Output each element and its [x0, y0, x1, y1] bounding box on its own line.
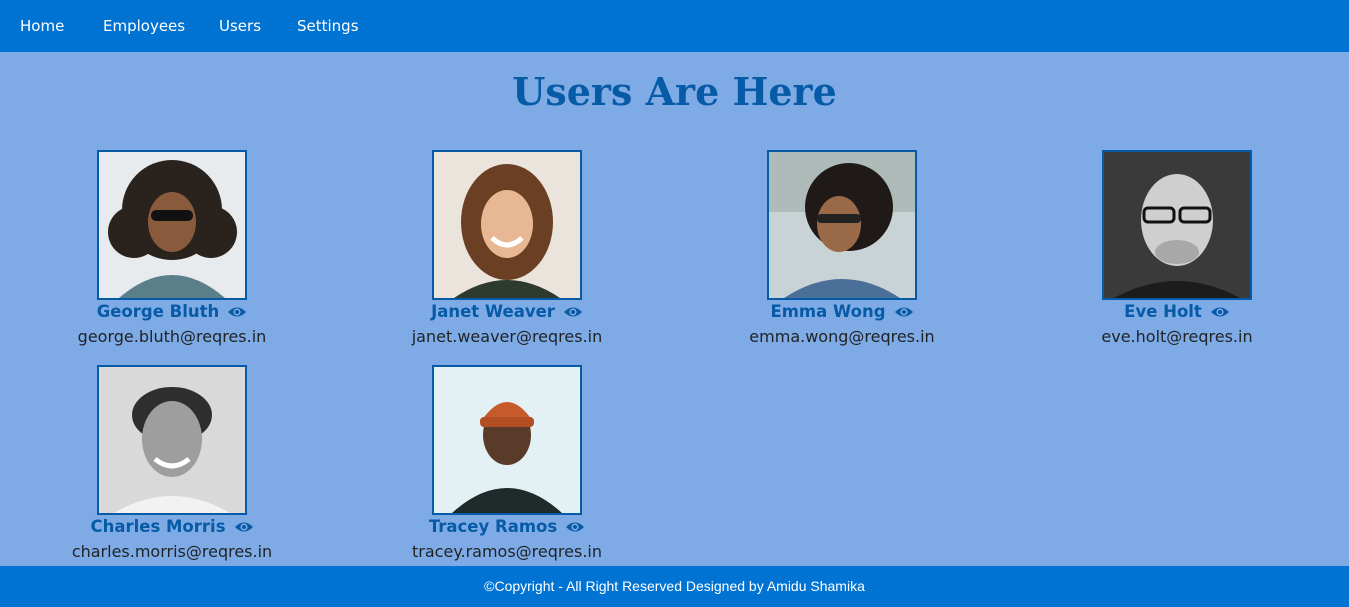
- user-name-row: Charles Morris: [22, 516, 322, 538]
- page-title: Users Are Here: [512, 69, 837, 114]
- user-name: Eve Holt: [1124, 302, 1202, 321]
- user-avatar: [767, 150, 917, 300]
- user-avatar: [432, 150, 582, 300]
- user-avatar: [432, 365, 582, 515]
- user-email: eve.holt@reqres.in: [1101, 327, 1253, 346]
- user-email: emma.wong@reqres.in: [749, 327, 935, 346]
- user-avatar: [97, 150, 247, 300]
- nav-link-users[interactable]: Users: [219, 17, 261, 36]
- nav-link-settings[interactable]: Settings: [297, 17, 359, 36]
- user-name: Charles Morris: [90, 517, 226, 536]
- user-avatar: [97, 365, 247, 515]
- user-card: Janet Weaver janet.weaver@reqres.in: [357, 150, 657, 360]
- user-name-row: Eve Holt: [1027, 301, 1327, 323]
- user-avatar: [1102, 150, 1252, 300]
- user-name-row: Janet Weaver: [357, 301, 657, 323]
- user-name: Tracey Ramos: [428, 517, 558, 536]
- user-card: Eve Holt eve.holt@reqres.in: [1027, 150, 1327, 360]
- view-eye-icon[interactable]: [227, 305, 247, 319]
- user-card: Emma Wong emma.wong@reqres.in: [692, 150, 992, 360]
- nav-link-employees[interactable]: Employees: [103, 17, 185, 36]
- user-name-row: George Bluth: [22, 301, 322, 323]
- user-card: Charles Morris charles.morris@reqres.in: [22, 365, 322, 575]
- user-email: tracey.ramos@reqres.in: [412, 542, 602, 561]
- footer-copyright-text: ©Copyright - All Right Reserved Designed…: [484, 578, 865, 594]
- page-footer: ©Copyright - All Right Reserved Designed…: [0, 566, 1349, 607]
- user-name: Janet Weaver: [431, 302, 555, 321]
- view-eye-icon[interactable]: [565, 520, 585, 534]
- nav-link-home[interactable]: Home: [20, 17, 64, 36]
- user-name-row: Tracey Ramos: [357, 516, 657, 538]
- user-name: Emma Wong: [770, 302, 886, 321]
- view-eye-icon[interactable]: [234, 520, 254, 534]
- user-name-row: Emma Wong: [692, 301, 992, 323]
- top-navbar: Home Employees Users Settings: [0, 0, 1349, 52]
- view-eye-icon[interactable]: [894, 305, 914, 319]
- view-eye-icon[interactable]: [1210, 305, 1230, 319]
- user-card: George Bluth george.bluth@reqres.in: [22, 150, 322, 360]
- user-email: george.bluth@reqres.in: [77, 327, 267, 346]
- user-email: charles.morris@reqres.in: [71, 542, 273, 561]
- user-name: George Bluth: [96, 302, 220, 321]
- user-card: Tracey Ramos tracey.ramos@reqres.in: [357, 365, 657, 575]
- user-email: janet.weaver@reqres.in: [411, 327, 603, 346]
- view-eye-icon[interactable]: [563, 305, 583, 319]
